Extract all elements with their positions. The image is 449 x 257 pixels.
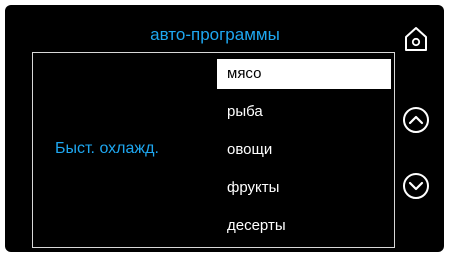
home-icon: [405, 27, 427, 51]
list-item-meat[interactable]: мясо: [217, 59, 391, 89]
program-panel: Быст. охлажд. мясо рыба овощи фрукты дес…: [32, 52, 395, 248]
scroll-down-button[interactable]: [400, 170, 432, 202]
chevron-up-circle-icon: [403, 107, 429, 133]
mode-label: Быст. охлажд.: [55, 140, 159, 157]
program-list: мясо рыба овощи фрукты десерты: [217, 59, 391, 249]
home-button[interactable]: [400, 23, 432, 55]
scroll-up-button[interactable]: [400, 104, 432, 136]
list-item-desserts[interactable]: десерты: [217, 211, 391, 241]
chevron-down-circle-icon: [403, 173, 429, 199]
list-item-fish[interactable]: рыба: [217, 97, 391, 127]
device-screen: авто-программы Быст. охлажд. мясо рыба о…: [5, 5, 444, 252]
screen-title: авто-программы: [150, 25, 280, 44]
list-item-fruits[interactable]: фрукты: [217, 173, 391, 203]
list-item-vegetables[interactable]: овощи: [217, 135, 391, 165]
